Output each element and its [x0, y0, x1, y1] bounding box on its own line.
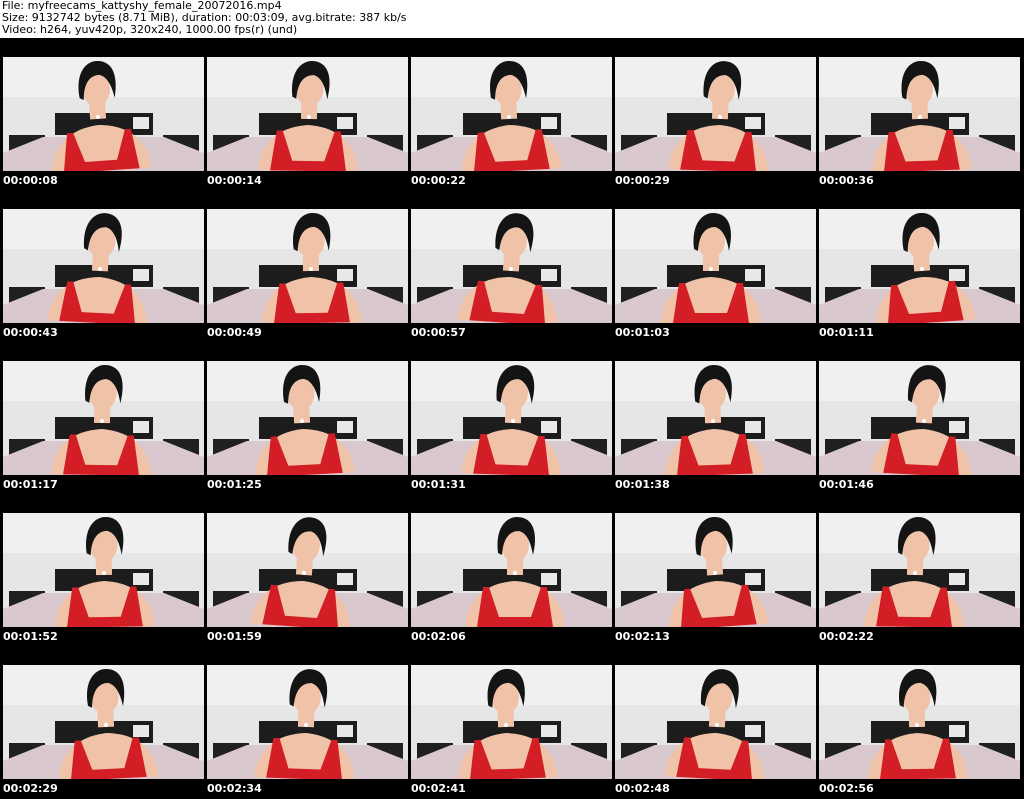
thumbnail-image: [819, 209, 1020, 323]
thumbnail-cell[interactable]: 00:00:49: [204, 190, 408, 342]
thumbnail-image: [819, 665, 1020, 779]
thumbnail-image: [3, 57, 204, 171]
thumbnail-image: [411, 361, 612, 475]
timestamp-label: 00:00:43: [3, 326, 58, 339]
thumbnail-cell[interactable]: 00:00:22: [408, 38, 612, 190]
thumbnail-image: [3, 361, 204, 475]
timestamp-label: 00:00:22: [411, 174, 466, 187]
timestamp-label: 00:02:29: [3, 782, 58, 795]
thumbnail-cell[interactable]: 00:01:25: [204, 342, 408, 494]
thumbnail-image: [3, 513, 204, 627]
timestamp-label: 00:01:59: [207, 630, 262, 643]
timestamp-label: 00:00:08: [3, 174, 58, 187]
thumbnail-cell[interactable]: 00:01:38: [612, 342, 816, 494]
timestamp-label: 00:02:13: [615, 630, 670, 643]
thumbnail-image: [207, 209, 408, 323]
thumbnail-cell[interactable]: 00:00:36: [816, 38, 1020, 190]
timestamp-label: 00:01:46: [819, 478, 874, 491]
thumbnail-image: [615, 57, 816, 171]
timestamp-label: 00:02:22: [819, 630, 874, 643]
timestamp-label: 00:00:29: [615, 174, 670, 187]
timestamp-label: 00:00:36: [819, 174, 874, 187]
thumbnail-cell[interactable]: 00:02:13: [612, 494, 816, 646]
contact-sheet-header: File: myfreecams_kattyshy_female_2007201…: [0, 0, 1024, 38]
thumbnail-image: [411, 57, 612, 171]
thumbnail-image: [819, 57, 1020, 171]
thumbnail-cell[interactable]: 00:00:14: [204, 38, 408, 190]
timestamp-label: 00:02:41: [411, 782, 466, 795]
thumbnail-image: [411, 513, 612, 627]
timestamp-label: 00:00:57: [411, 326, 466, 339]
thumbnail-image: [207, 513, 408, 627]
thumbnail-cell[interactable]: 00:02:29: [0, 646, 204, 798]
timestamp-label: 00:01:11: [819, 326, 874, 339]
thumbnail-cell[interactable]: 00:01:31: [408, 342, 612, 494]
timestamp-label: 00:02:34: [207, 782, 262, 795]
thumbnail-image: [615, 209, 816, 323]
thumbnail-cell[interactable]: 00:00:43: [0, 190, 204, 342]
thumbnail-cell[interactable]: 00:01:52: [0, 494, 204, 646]
thumbnail-cell[interactable]: 00:02:06: [408, 494, 612, 646]
thumbnail-image: [207, 665, 408, 779]
thumbnail-image: [819, 361, 1020, 475]
thumbnail-image: [615, 513, 816, 627]
thumbnail-cell[interactable]: 00:01:03: [612, 190, 816, 342]
timestamp-label: 00:01:52: [3, 630, 58, 643]
thumbnail-cell[interactable]: 00:02:22: [816, 494, 1020, 646]
thumbnail-cell[interactable]: 00:01:17: [0, 342, 204, 494]
thumbnail-image: [3, 209, 204, 323]
timestamp-label: 00:00:49: [207, 326, 262, 339]
thumbnail-cell[interactable]: 00:00:57: [408, 190, 612, 342]
thumbnail-image: [207, 361, 408, 475]
thumbnail-cell[interactable]: 00:02:41: [408, 646, 612, 798]
thumbnail-cell[interactable]: 00:02:48: [612, 646, 816, 798]
timestamp-label: 00:01:25: [207, 478, 262, 491]
timestamp-label: 00:01:17: [3, 478, 58, 491]
thumbnail-grid: 00:00:08 00:00:14 00:00:22 00:00:29 00:00:36…: [0, 38, 1024, 799]
timestamp-label: 00:00:14: [207, 174, 262, 187]
thumbnail-cell[interactable]: 00:01:46: [816, 342, 1020, 494]
thumbnail-image: [615, 361, 816, 475]
video-info-line: Video: h264, yuv420p, 320x240, 1000.00 f…: [2, 23, 298, 36]
thumbnail-image: [411, 665, 612, 779]
thumbnail-cell[interactable]: 00:01:59: [204, 494, 408, 646]
thumbnail-cell[interactable]: 00:00:29: [612, 38, 816, 190]
thumbnail-image: [819, 513, 1020, 627]
thumbnail-cell[interactable]: 00:00:08: [0, 38, 204, 190]
thumbnail-image: [3, 665, 204, 779]
timestamp-label: 00:01:38: [615, 478, 670, 491]
thumbnail-cell[interactable]: 00:02:34: [204, 646, 408, 798]
timestamp-label: 00:02:56: [819, 782, 874, 795]
thumbnail-cell[interactable]: 00:02:56: [816, 646, 1020, 798]
thumbnail-image: [411, 209, 612, 323]
thumbnail-image: [615, 665, 816, 779]
timestamp-label: 00:01:31: [411, 478, 466, 491]
thumbnail-image: [207, 57, 408, 171]
thumbnail-cell[interactable]: 00:01:11: [816, 190, 1020, 342]
timestamp-label: 00:02:06: [411, 630, 466, 643]
timestamp-label: 00:02:48: [615, 782, 670, 795]
timestamp-label: 00:01:03: [615, 326, 670, 339]
